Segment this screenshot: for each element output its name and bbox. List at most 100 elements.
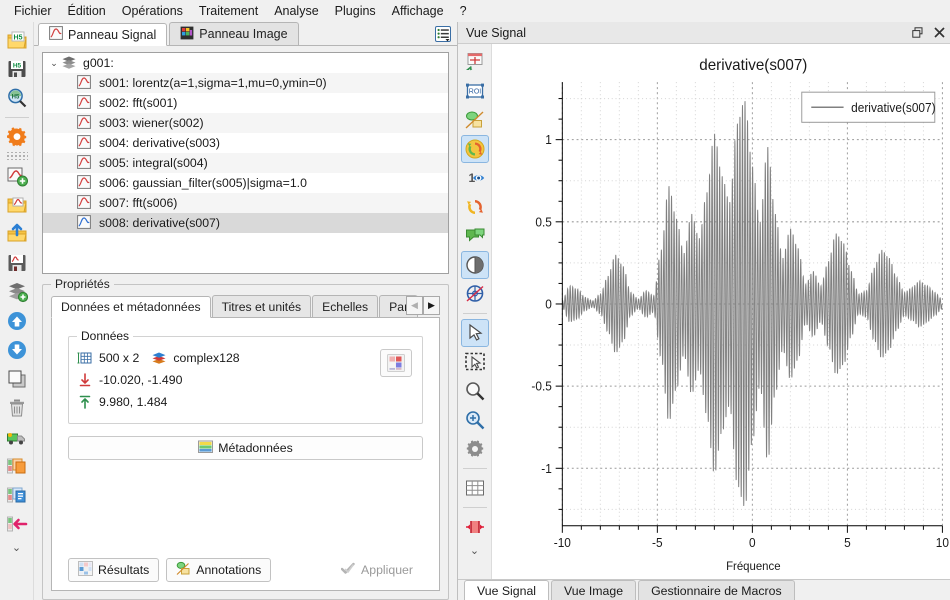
metadata-label: Métadonnées <box>218 441 293 455</box>
signal-plot[interactable]: -10 -5 0 5 10 1 0.5 0 -0.5 -1 derivative(s007) Fr… <box>492 44 950 579</box>
y-tick-label: 1 <box>545 133 552 147</box>
tree-item-s006[interactable]: s006: gaussian_filter(s005)|sigma=1.0 <box>43 173 448 193</box>
x-tick-label: 10 <box>936 536 949 550</box>
toolbar-overflow-button[interactable]: ⌄ <box>12 541 21 554</box>
close-icon[interactable] <box>928 23 950 43</box>
tab-titres-et-unites[interactable]: Titres et unités <box>211 295 312 317</box>
tab-panneau-signal[interactable]: Panneau Signal <box>38 23 168 46</box>
tab-panneau-image[interactable]: Panneau Image <box>169 22 299 45</box>
tree-item-label: s004: derivative(s003) <box>99 136 220 150</box>
signal-curve-icon <box>77 115 93 131</box>
annotations-button[interactable]: Annotations <box>166 558 272 582</box>
duplicate-icon[interactable] <box>3 365 31 393</box>
save-hdf5-icon[interactable]: H5 <box>3 55 31 83</box>
tree-item-label: s005: integral(s004) <box>99 156 208 170</box>
tab-label: Données et métadonnées <box>61 300 201 314</box>
rect-selection-icon[interactable] <box>461 348 489 376</box>
delete-icon[interactable] <box>3 394 31 422</box>
annotation-bubble-icon[interactable] <box>461 222 489 250</box>
plot-canvas[interactable]: -10 -5 0 5 10 1 0.5 0 -0.5 -1 derivative(s007) Fr… <box>492 44 950 579</box>
plot-legend[interactable]: derivative(s007) <box>801 91 936 123</box>
tab-scroll-next-icon[interactable]: ▶ <box>423 296 440 315</box>
signal-toolbar-divider-2 <box>462 468 487 469</box>
open-hdf5-icon[interactable]: H5 <box>3 26 31 54</box>
chevron-down-icon[interactable]: ⌄ <box>47 58 61 69</box>
tab-list-icon[interactable] <box>434 25 452 43</box>
results-button[interactable]: Résultats <box>68 558 160 582</box>
plot-settings-icon[interactable] <box>461 435 489 463</box>
tree-item-s001[interactable]: s001: lorentz(a=1,sigma=1,mu=0,ymin=0) <box>43 73 448 93</box>
tab-gestionnaire-de-macros[interactable]: Gestionnaire de Macros <box>638 580 795 600</box>
signal-toolbar-overflow-button[interactable]: ⌄ <box>470 544 479 557</box>
roi-icon[interactable]: ROI <box>461 77 489 105</box>
move-down-icon[interactable] <box>3 336 31 364</box>
min-row: -10.020, -1.490 <box>77 369 414 391</box>
new-group-icon[interactable] <box>3 278 31 306</box>
select-cursor-icon[interactable] <box>460 319 489 347</box>
plot-title: derivative(s007) <box>699 57 807 74</box>
signal-toolbar-divider <box>462 313 487 314</box>
display-one-icon[interactable]: 1 <box>461 164 489 192</box>
refresh-auto-icon[interactable] <box>460 135 489 163</box>
properties-panel-body: Données 500 x 2 complex128 -10.020, -1.4… <box>51 318 440 591</box>
tree-group-row[interactable]: ⌄ g001: <box>43 53 448 73</box>
tree-item-s005[interactable]: s005: integral(s004) <box>43 153 448 173</box>
menu-item-fichier[interactable]: Fichier <box>6 1 60 21</box>
settings-gear-icon[interactable] <box>3 123 31 151</box>
apply-button[interactable]: Appliquer <box>331 558 423 582</box>
menu-item-affichage[interactable]: Affichage <box>384 1 452 21</box>
shape-dtype-row: 500 x 2 complex128 <box>77 347 414 369</box>
tab-vue-signal[interactable]: Vue Signal <box>464 580 550 600</box>
refresh-icon[interactable] <box>461 193 489 221</box>
browse-hdf5-icon[interactable]: H5 <box>3 84 31 112</box>
grid-icon[interactable] <box>461 474 489 502</box>
no-cross-section-icon[interactable] <box>461 280 489 308</box>
metadata-button[interactable]: Métadonnées <box>68 436 423 460</box>
signal-panel-icon <box>49 26 63 43</box>
move-group-icon[interactable] <box>3 423 31 451</box>
insert-icon[interactable] <box>3 510 31 538</box>
tree-item-s004[interactable]: s004: derivative(s003) <box>43 133 448 153</box>
signal-curve-icon <box>77 75 93 91</box>
group-stack-icon <box>61 55 77 71</box>
shapes-icon[interactable] <box>461 106 489 134</box>
menu-item-plugins[interactable]: Plugins <box>327 1 384 21</box>
data-subgroup: Données 500 x 2 complex128 -10.020, -1.4… <box>68 329 423 424</box>
new-signal-icon[interactable] <box>3 162 31 190</box>
tree-item-label: s001: lorentz(a=1,sigma=1,mu=0,ymin=0) <box>99 76 327 90</box>
annotations-label: Annotations <box>196 563 262 577</box>
restore-window-icon[interactable] <box>906 23 928 43</box>
save-signal-icon[interactable] <box>3 249 31 277</box>
tab-label: Gestionnaire de Macros <box>651 583 782 598</box>
tab-scroll-prev-icon[interactable]: ◀ <box>406 296 423 315</box>
contrast-icon[interactable] <box>460 251 489 279</box>
x-range-icon[interactable] <box>461 513 489 541</box>
move-up-icon[interactable] <box>3 307 31 335</box>
paste-icon[interactable] <box>3 481 31 509</box>
tab-vue-image[interactable]: Vue Image <box>551 580 637 600</box>
import-signal-icon[interactable] <box>3 220 31 248</box>
tab-donnees-et-metadonnees[interactable]: Données et métadonnées <box>51 296 211 318</box>
tab-label: Panneau Signal <box>68 27 157 42</box>
menu-item-operations[interactable]: Opérations <box>114 1 191 21</box>
menu-item-traitement[interactable]: Traitement <box>191 1 266 21</box>
zoom-out-icon[interactable] <box>461 377 489 405</box>
tree-item-s007[interactable]: s007: fft(s006) <box>43 193 448 213</box>
signal-view-area: ROI 1 ⌄ -10 -5 0 5 10 1 0.5 0 -0.5 -1 de… <box>458 44 950 579</box>
tree-item-s008[interactable]: s008: derivative(s007) <box>43 213 448 233</box>
menu-item-edition[interactable]: Édition <box>60 1 114 21</box>
y-tick-label: 0 <box>545 297 552 311</box>
color-palette-icon[interactable] <box>380 349 412 377</box>
zoom-in-icon[interactable] <box>461 406 489 434</box>
menu-item-analyse[interactable]: Analyse <box>266 1 326 21</box>
tree-item-s003[interactable]: s003: wiener(s002) <box>43 113 448 133</box>
signal-tree[interactable]: ⌄ g001: s001: lorentz(a=1,sigma=1,mu=0,y… <box>42 52 449 274</box>
open-signal-icon[interactable] <box>3 191 31 219</box>
tree-item-label: s003: wiener(s002) <box>99 116 204 130</box>
tree-item-s002[interactable]: s002: fft(s001) <box>43 93 448 113</box>
menu-item-help[interactable]: ? <box>452 1 475 21</box>
new-curve-icon[interactable] <box>461 48 489 76</box>
copy-icon[interactable] <box>3 452 31 480</box>
tab-echelles[interactable]: Echelles <box>312 295 379 317</box>
toolbar-drag-handle[interactable] <box>5 152 28 160</box>
